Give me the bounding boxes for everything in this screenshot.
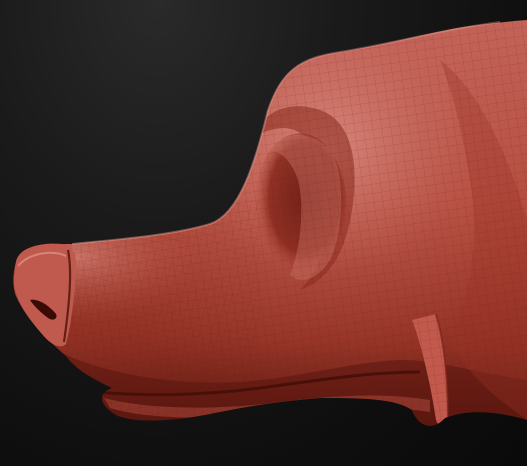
nose-shape xyxy=(14,243,77,347)
sculpt-render xyxy=(13,20,527,426)
viewport xyxy=(0,0,527,466)
